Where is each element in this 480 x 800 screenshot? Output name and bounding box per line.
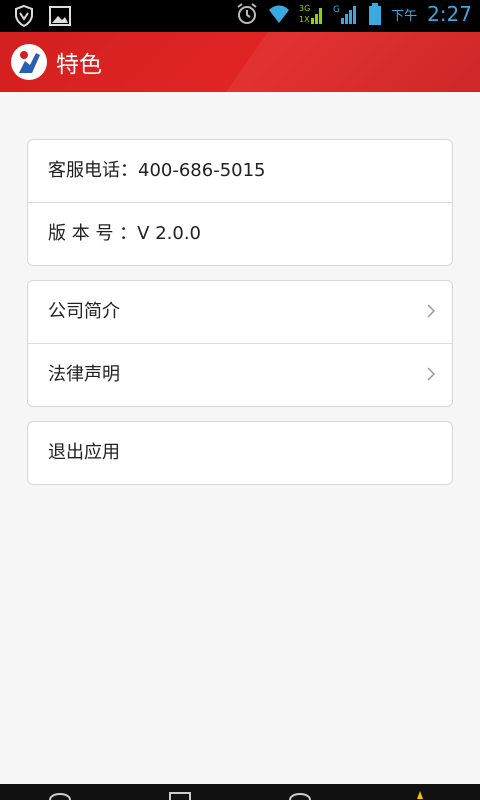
tab-home-icon[interactable] <box>48 790 72 800</box>
tab-features-icon[interactable] <box>408 790 432 800</box>
tab-discover-icon[interactable] <box>288 790 312 800</box>
alarm-icon <box>237 3 257 24</box>
app-logo-icon[interactable] <box>10 43 48 81</box>
legal-statement-label: 法律声明 <box>48 364 120 385</box>
version-row: 版 本 号 ：V 2.0.0 <box>28 202 452 265</box>
service-phone-row[interactable]: 客服电话：400-686-5015 <box>28 140 452 202</box>
network-1x-label: 1X <box>299 15 310 24</box>
company-intro-label: 公司简介 <box>48 301 120 322</box>
links-group: 公司简介 法律声明 <box>27 280 453 407</box>
wifi-icon <box>269 5 290 23</box>
network-3g-label: 3G <box>299 4 310 13</box>
legal-statement-row[interactable]: 法律声明 <box>28 343 452 406</box>
bottom-tab-bar <box>0 784 480 800</box>
status-right: 3G 1X G 下午 2:27 <box>235 2 472 26</box>
app-bar-decoration <box>190 32 480 92</box>
exit-app-row[interactable]: 退出应用 <box>28 422 452 484</box>
shield-icon <box>15 4 33 28</box>
battery-icon <box>369 3 382 25</box>
signal-3g-icon: 3G 1X <box>299 4 323 24</box>
page-title: 特色 <box>56 52 102 78</box>
image-icon <box>49 6 71 26</box>
info-group: 客服电话：400-686-5015 版 本 号 ：V 2.0.0 <box>27 139 453 266</box>
app-bar: 特色 <box>0 32 480 92</box>
service-phone-label: 客服电话：400-686-5015 <box>48 160 266 181</box>
company-intro-row[interactable]: 公司简介 <box>28 281 452 343</box>
tab-list-icon[interactable] <box>168 790 192 800</box>
signal-g-icon: G <box>333 5 357 24</box>
status-left <box>12 4 72 28</box>
settings-content: 客服电话：400-686-5015 版 本 号 ：V 2.0.0 公司简介 法律… <box>27 139 453 485</box>
time-ampm: 下午 <box>391 8 418 24</box>
chevron-right-icon <box>427 304 436 318</box>
chevron-right-icon <box>427 367 436 381</box>
clock: 2:27 <box>427 2 472 26</box>
exit-app-label: 退出应用 <box>48 442 120 463</box>
exit-group: 退出应用 <box>27 421 453 485</box>
version-label: 版 本 号 ：V 2.0.0 <box>48 223 201 244</box>
network-g-label: G <box>333 5 340 15</box>
status-bar: 3G 1X G 下午 2:27 <box>0 0 480 32</box>
